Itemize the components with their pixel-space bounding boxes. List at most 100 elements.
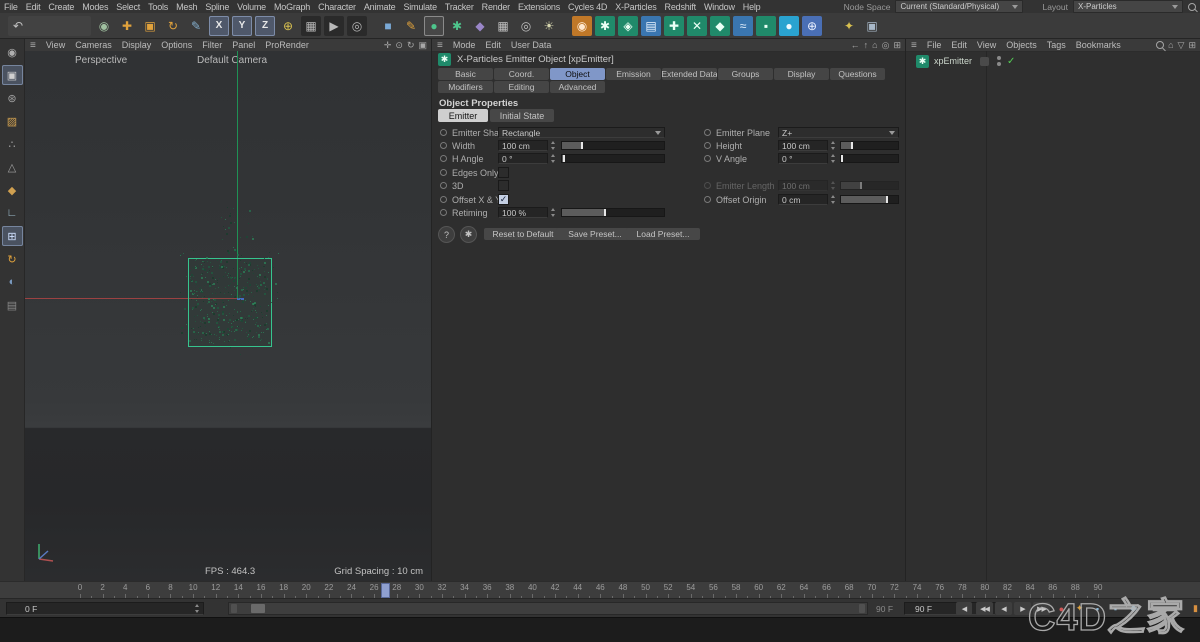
- om-nav-icon-0[interactable]: ⌂: [1168, 40, 1173, 51]
- menu-om-bookmarks[interactable]: Bookmarks: [1071, 40, 1126, 50]
- add-light-object[interactable]: ☀: [539, 16, 559, 36]
- slider-width[interactable]: [561, 141, 665, 150]
- gear-mode[interactable]: ⊛: [2, 88, 23, 108]
- xp-preset-button[interactable]: ✱: [460, 226, 477, 243]
- menu-main-mesh[interactable]: Mesh: [172, 2, 201, 12]
- spinner-icon[interactable]: [194, 603, 201, 614]
- xp-action-icon[interactable]: ●: [779, 15, 799, 36]
- menu-main-window[interactable]: Window: [700, 2, 739, 12]
- param-dot-offset-origin[interactable]: [704, 196, 711, 203]
- slider-h-angle[interactable]: [561, 154, 665, 163]
- menu-viewport-options[interactable]: Options: [156, 40, 197, 50]
- help-button[interactable]: ?: [438, 226, 455, 243]
- tab-basic[interactable]: Basic: [438, 68, 493, 80]
- y-axis-lock[interactable]: Y: [232, 15, 252, 36]
- viewport-nav-icon-2[interactable]: ↻: [407, 40, 415, 51]
- xp-group-icon[interactable]: ⊕: [802, 15, 822, 36]
- spinner-icon[interactable]: [550, 207, 557, 218]
- add-pen-spline[interactable]: ✎: [401, 16, 421, 36]
- add-generator-object[interactable]: ●: [424, 15, 444, 36]
- tab-editing[interactable]: Editing: [494, 81, 549, 93]
- slider-handle[interactable]: [885, 196, 888, 203]
- viewport-nav-icon-0[interactable]: ✛: [384, 40, 392, 51]
- menu-viewport-filter[interactable]: Filter: [197, 40, 227, 50]
- menu-om-file[interactable]: File: [922, 40, 947, 50]
- menu-main-volume[interactable]: Volume: [233, 2, 270, 12]
- workplane-mode[interactable]: ∟: [2, 203, 23, 223]
- slider-retiming[interactable]: [561, 208, 665, 217]
- tab-advanced[interactable]: Advanced: [550, 81, 605, 93]
- dropdown-emitter-shape[interactable]: Rectangle: [498, 127, 665, 138]
- selection-mode[interactable]: ◉: [2, 42, 23, 62]
- param-dot-height[interactable]: [704, 142, 711, 149]
- x-axis-lock[interactable]: X: [209, 15, 229, 36]
- last-used-tool[interactable]: ✎: [186, 16, 206, 36]
- slider-handle[interactable]: [859, 182, 862, 189]
- param-dot-emitter-shape[interactable]: [440, 129, 447, 136]
- tab-extended-data[interactable]: Extended Data: [662, 68, 717, 80]
- xp-question-icon[interactable]: ▪: [756, 15, 776, 36]
- undo-button[interactable]: ↶: [8, 15, 91, 36]
- xp-orange-tool[interactable]: ◉: [572, 15, 592, 36]
- menu-main-mograph[interactable]: MoGraph: [270, 2, 314, 12]
- param-dot-emitter-length[interactable]: [704, 182, 711, 189]
- range-left-handle[interactable]: [231, 604, 237, 613]
- slider-emitter-length[interactable]: [840, 181, 899, 190]
- xp-cache-icon[interactable]: ▤: [641, 15, 661, 36]
- viewport-nav-icon-3[interactable]: ▣: [418, 40, 427, 51]
- slider-handle[interactable]: [841, 155, 844, 162]
- menu-main-modes[interactable]: Modes: [78, 2, 112, 12]
- previous-key-button[interactable]: ◀◀: [976, 602, 993, 615]
- menu-main-render[interactable]: Render: [478, 2, 514, 12]
- coordinate-system[interactable]: ⊕: [278, 16, 298, 36]
- live-selection-tool[interactable]: ◉: [94, 16, 114, 36]
- start-frame-field[interactable]: 0 F: [6, 602, 204, 615]
- points-mode[interactable]: ∴: [2, 134, 23, 154]
- menu-attribute-edit[interactable]: Edit: [480, 40, 506, 50]
- slider-v-angle[interactable]: [840, 154, 899, 163]
- view-label[interactable]: Perspective: [75, 55, 127, 66]
- param-dot-emitter-plane[interactable]: [704, 129, 711, 136]
- timeline-range-slider[interactable]: [228, 602, 868, 615]
- menu-main-simulate[interactable]: Simulate: [399, 2, 440, 12]
- spinner-icon[interactable]: [550, 140, 557, 151]
- add-cube-object[interactable]: ■: [378, 16, 398, 36]
- previous-frame-button[interactable]: ◀: [995, 602, 1012, 615]
- attribute-nav-icon-2[interactable]: ⌂: [872, 40, 877, 50]
- add-camera-object[interactable]: ◎: [516, 16, 536, 36]
- hamburger-icon[interactable]: ≡: [25, 40, 41, 51]
- model-mode[interactable]: ▣: [1, 65, 23, 85]
- value-field-retiming[interactable]: 100 %: [498, 207, 548, 218]
- polygons-mode[interactable]: ◆: [2, 180, 23, 200]
- menu-main-tracker[interactable]: Tracker: [441, 2, 478, 12]
- spinner-icon[interactable]: [830, 180, 837, 191]
- spinner-icon[interactable]: [830, 194, 837, 205]
- menu-main-redshift[interactable]: Redshift: [661, 2, 700, 12]
- value-field-h-angle[interactable]: 0 °: [498, 153, 548, 164]
- menu-main-spline[interactable]: Spline: [201, 2, 233, 12]
- attribute-nav-icon-3[interactable]: ◎: [882, 40, 890, 51]
- menu-attribute-mode[interactable]: Mode: [448, 40, 481, 50]
- checkbox-offset-x-y[interactable]: ✓: [498, 194, 509, 205]
- subtab-emitter[interactable]: Emitter: [438, 109, 488, 122]
- reset-to-default-button[interactable]: Reset to Default: [484, 228, 562, 240]
- goto-start-button[interactable]: ◀: [956, 602, 972, 615]
- render-settings[interactable]: ◎: [347, 15, 367, 36]
- menu-main-tools[interactable]: Tools: [144, 2, 172, 12]
- value-field-width[interactable]: 100 cm: [498, 140, 548, 151]
- value-field-emitter-length[interactable]: 100 cm: [778, 180, 828, 191]
- menu-om-objects[interactable]: Objects: [1001, 40, 1042, 50]
- snap-mode[interactable]: ⊞: [1, 226, 23, 246]
- range-right-handle[interactable]: [859, 604, 865, 613]
- add-mograph-object[interactable]: ✱: [447, 16, 467, 36]
- solo-mode[interactable]: ◐: [2, 272, 23, 292]
- z-axis-lock[interactable]: Z: [255, 15, 275, 36]
- node-space-dropdown[interactable]: Current (Standard/Physical): [895, 0, 1024, 13]
- menu-main-extensions[interactable]: Extensions: [514, 2, 564, 12]
- tab-object[interactable]: Object: [550, 68, 605, 80]
- tab-coord[interactable]: Coord.: [494, 68, 549, 80]
- visibility-toggles[interactable]: [997, 55, 1002, 67]
- menu-main-x-particles[interactable]: X-Particles: [611, 2, 660, 12]
- param-dot-edges-only[interactable]: [440, 169, 447, 176]
- tab-questions[interactable]: Questions: [830, 68, 885, 80]
